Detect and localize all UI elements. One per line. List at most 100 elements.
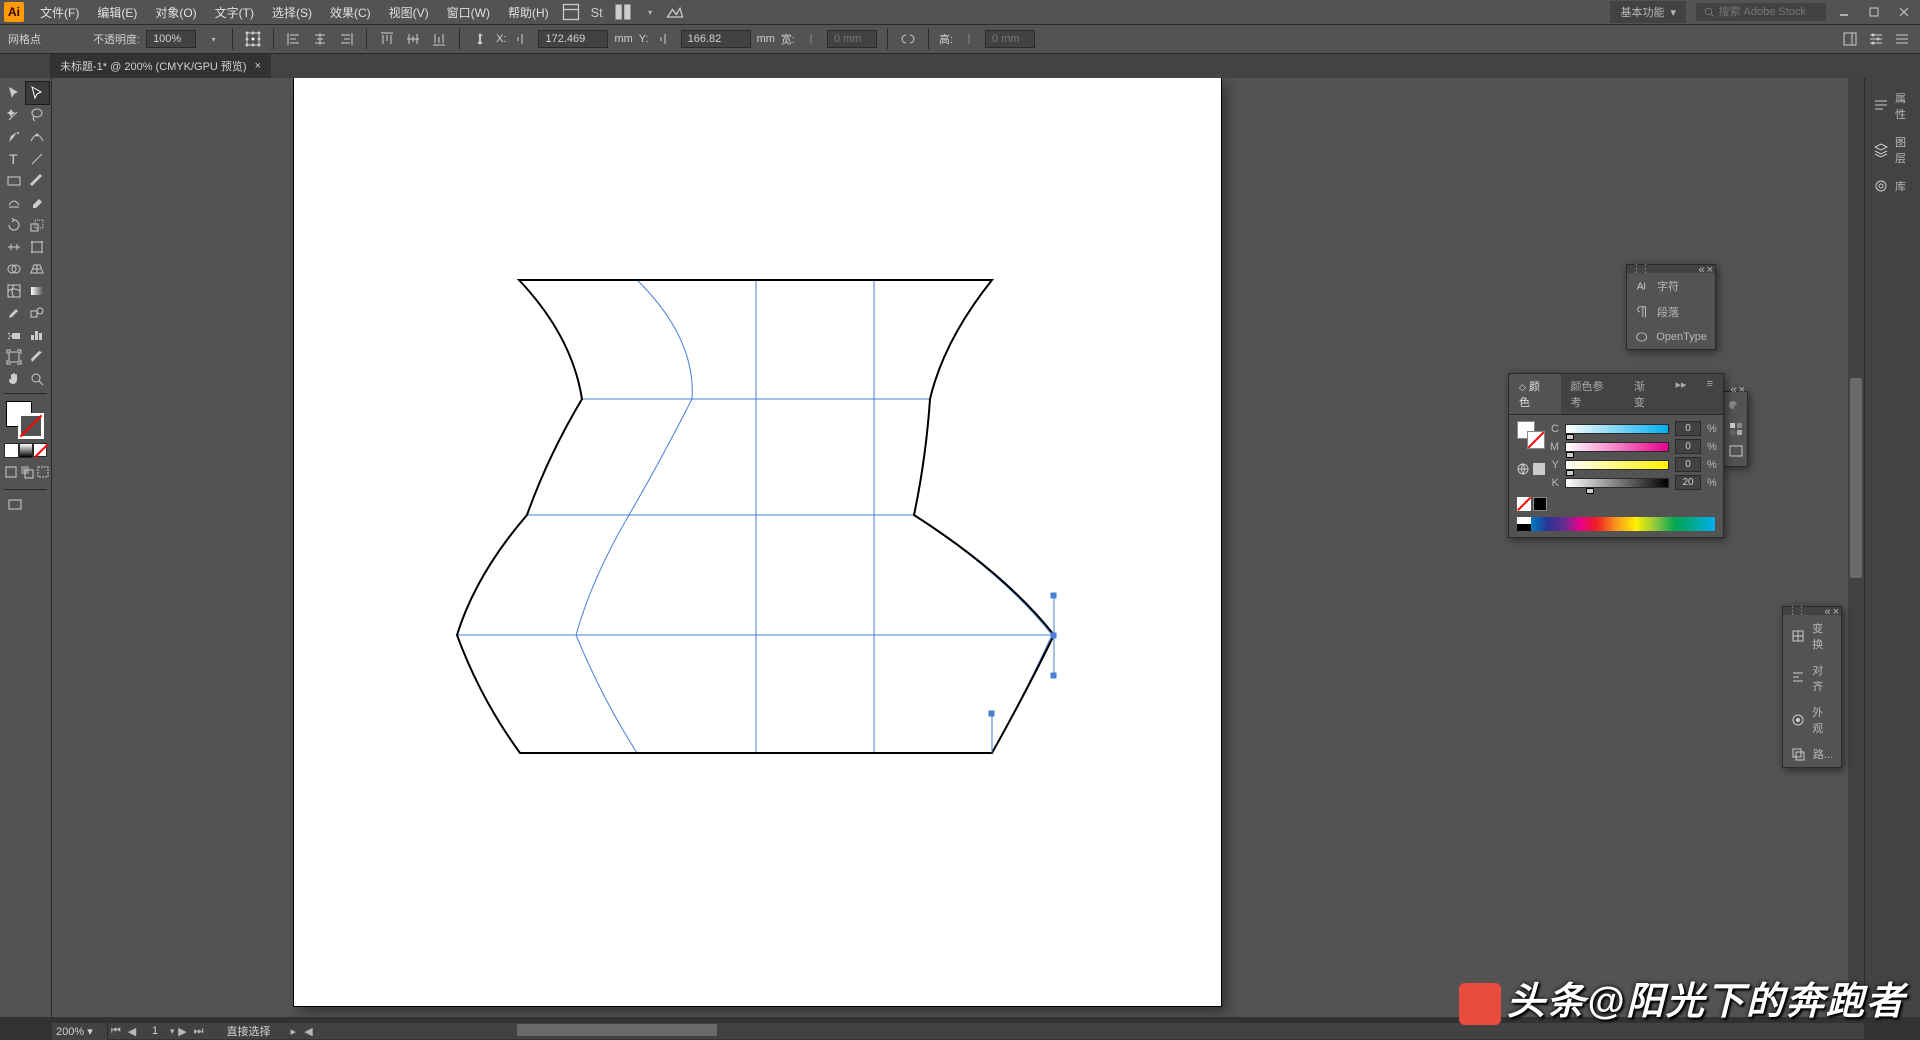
draw-inside[interactable] [36,462,52,484]
eyedropper-tool[interactable] [2,302,26,324]
panel-layout-icon[interactable] [1840,29,1860,49]
window-minimize[interactable] [1832,3,1856,21]
height-input[interactable] [985,30,1035,48]
align-btn[interactable]: 对齐 [1783,657,1841,699]
color-menu-icon[interactable]: ≡ [1697,374,1723,414]
swatches-chip[interactable] [1726,419,1746,439]
symbol-sprayer-tool[interactable] [2,324,26,346]
zoom-tool[interactable] [26,368,50,390]
color-type-icon[interactable] [1533,463,1545,475]
y-input[interactable] [681,30,751,48]
perspective-grid-tool[interactable] [26,258,50,280]
menu-help[interactable]: 帮助(H) [500,1,557,24]
pen-tool[interactable] [2,126,26,148]
menu-file[interactable]: 文件(F) [32,1,87,24]
color-chip[interactable] [1726,397,1746,417]
lasso-tool[interactable] [26,104,50,126]
workspace-switcher[interactable]: 基本功能▾ [1610,1,1686,23]
chip-collapse-icon[interactable]: « [1730,384,1736,396]
color-tab[interactable]: ◇ 颜色 [1509,374,1561,414]
gpu-icon[interactable] [665,2,685,22]
panel-menu-icon[interactable] [1892,29,1912,49]
direct-selection-tool[interactable] [26,82,50,104]
black-swatch[interactable] [1533,497,1547,511]
opentype-panel-btn[interactable]: OpenType [1627,325,1715,349]
y-link-icon[interactable] [655,29,675,49]
align-top-icon[interactable] [377,29,397,49]
align-right-icon[interactable] [336,29,356,49]
x-link-icon[interactable] [512,29,532,49]
zoom-level[interactable]: 200% ▾ [52,1023,108,1040]
menu-object[interactable]: 对象(O) [147,1,204,24]
prefs-icon[interactable] [1866,29,1886,49]
rotate-tool[interactable] [2,214,26,236]
document-tab[interactable]: 未标题-1* @ 200% (CMYK/GPU 预览) × [50,54,271,78]
opacity-dropdown[interactable] [202,29,222,49]
color-collapse-icon[interactable]: ▸▸ [1666,374,1697,414]
gradient-tab[interactable]: 渐变 [1624,374,1666,414]
selection-tool[interactable] [2,82,26,104]
arrange-dropdown[interactable] [639,2,659,22]
ref-point-icon[interactable] [243,29,263,49]
transform-icon[interactable] [470,29,490,49]
vertical-scrollbar[interactable] [1848,78,1864,1001]
appearance-btn[interactable]: 外观 [1783,699,1841,741]
dock-libraries[interactable]: 库 [1865,172,1920,200]
dock-layers[interactable]: 图层 [1865,128,1920,172]
draw-behind[interactable] [20,462,36,484]
align-hcenter-icon[interactable] [310,29,330,49]
h-link-icon[interactable] [959,29,979,49]
prev-artboard[interactable]: ◀ [124,1024,140,1038]
draw-normal[interactable] [4,462,20,484]
none-mode[interactable] [33,443,47,457]
scale-tool[interactable] [26,214,50,236]
magenta-input[interactable] [1675,439,1701,454]
screen-mode[interactable] [4,495,28,517]
magic-wand-tool[interactable] [2,104,26,126]
width-input[interactable] [827,30,877,48]
menu-effect[interactable]: 效果(C) [322,1,379,24]
stock-search[interactable] [1696,3,1826,21]
w-link-icon[interactable] [801,29,821,49]
yellow-input[interactable] [1675,457,1701,472]
column-graph-tool[interactable] [26,324,50,346]
menu-view[interactable]: 视图(V) [381,1,437,24]
black-input[interactable] [1675,475,1701,490]
brushes-chip[interactable] [1726,441,1746,461]
stock-search-input[interactable] [1718,6,1818,18]
black-slider[interactable] [1565,478,1669,488]
yellow-slider[interactable] [1565,460,1669,470]
wh-link-icon[interactable] [898,29,918,49]
character-panel-btn[interactable]: A字符 [1627,273,1715,299]
free-transform-tool[interactable] [26,236,50,258]
stroke-swatch[interactable] [18,413,44,439]
dock-properties[interactable]: 属性 [1865,84,1920,128]
artboard-tool[interactable] [2,346,26,368]
fill-stroke-swatch[interactable] [2,397,49,441]
cyan-slider[interactable] [1565,424,1669,434]
align-vcenter-icon[interactable] [403,29,423,49]
gradient-tool[interactable] [26,280,50,302]
menu-window[interactable]: 窗口(W) [439,1,498,24]
color-guide-tab[interactable]: 颜色参考 [1561,374,1624,414]
chip-close-icon[interactable]: × [1739,384,1745,396]
opacity-input[interactable] [146,30,196,48]
next-artboard[interactable]: ▶ [175,1024,191,1038]
horizontal-scrollbar[interactable] [517,1024,717,1036]
bridge-icon[interactable] [561,2,581,22]
eraser-tool[interactable] [26,192,50,214]
color-stroke-swatch[interactable] [1527,431,1545,449]
trans-close-icon[interactable]: × [1833,606,1839,618]
stock-icon[interactable]: St [587,2,607,22]
align-left-icon[interactable] [284,29,304,49]
color-mode[interactable] [4,443,19,458]
canvas-area[interactable] [52,78,1864,1017]
menu-edit[interactable]: 编辑(E) [89,1,145,24]
first-artboard[interactable]: ⏮ [108,1024,124,1038]
align-bottom-icon[interactable] [429,29,449,49]
pathfinder-btn[interactable]: 路... [1783,741,1841,767]
none-swatch[interactable] [1517,497,1531,511]
slice-tool[interactable] [26,346,50,368]
panel-collapse-icon[interactable]: « [1698,264,1704,276]
last-artboard[interactable]: ⏭ [191,1024,207,1038]
